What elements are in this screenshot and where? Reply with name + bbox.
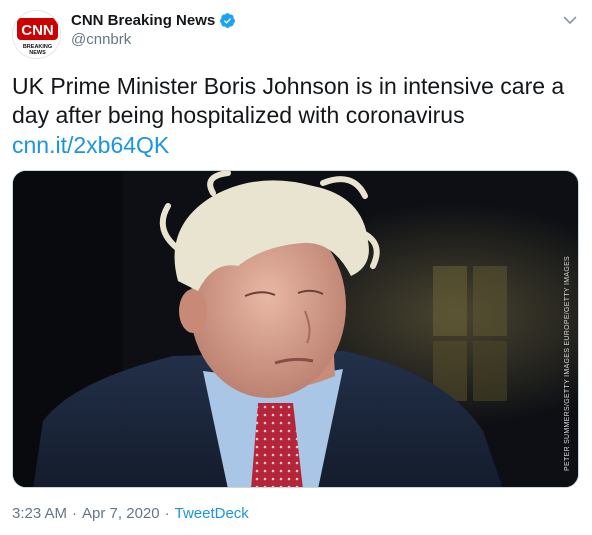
avatar[interactable]: CNN BREAKING NEWS [12, 10, 61, 59]
meta-separator: · [72, 505, 78, 522]
tweet-link[interactable]: cnn.it/2xb64QK [12, 131, 169, 160]
verified-badge-icon [219, 12, 236, 29]
tweet-text: UK Prime Minister Boris Johnson is in in… [12, 73, 565, 128]
chevron-down-icon[interactable] [562, 12, 578, 28]
tweet-source[interactable]: TweetDeck [175, 505, 249, 522]
tweet-meta: 3:23 AM · Apr 7, 2020 · TweetDeck [12, 505, 249, 522]
photo-credit: PETER SUMMERS/GETTY IMAGES EUROPE/GETTY … [564, 255, 571, 471]
svg-text:NEWS: NEWS [29, 50, 46, 56]
meta-separator: · [164, 505, 170, 522]
tweet-date[interactable]: Apr 7, 2020 [82, 505, 160, 522]
photo-boris-johnson [13, 171, 578, 487]
display-name[interactable]: CNN Breaking News [71, 12, 215, 29]
cnn-logo-icon: CNN BREAKING NEWS [13, 11, 60, 58]
tweet-card: CNN BREAKING NEWS CNN Breaking News @cnn… [0, 0, 592, 535]
svg-text:CNN: CNN [21, 22, 54, 39]
author-block[interactable]: CNN Breaking News @cnnbrk [71, 10, 236, 48]
handle[interactable]: @cnnbrk [71, 31, 236, 48]
tweet-time[interactable]: 3:23 AM [12, 505, 67, 522]
tweet-photo[interactable]: PETER SUMMERS/GETTY IMAGES EUROPE/GETTY … [12, 170, 579, 488]
